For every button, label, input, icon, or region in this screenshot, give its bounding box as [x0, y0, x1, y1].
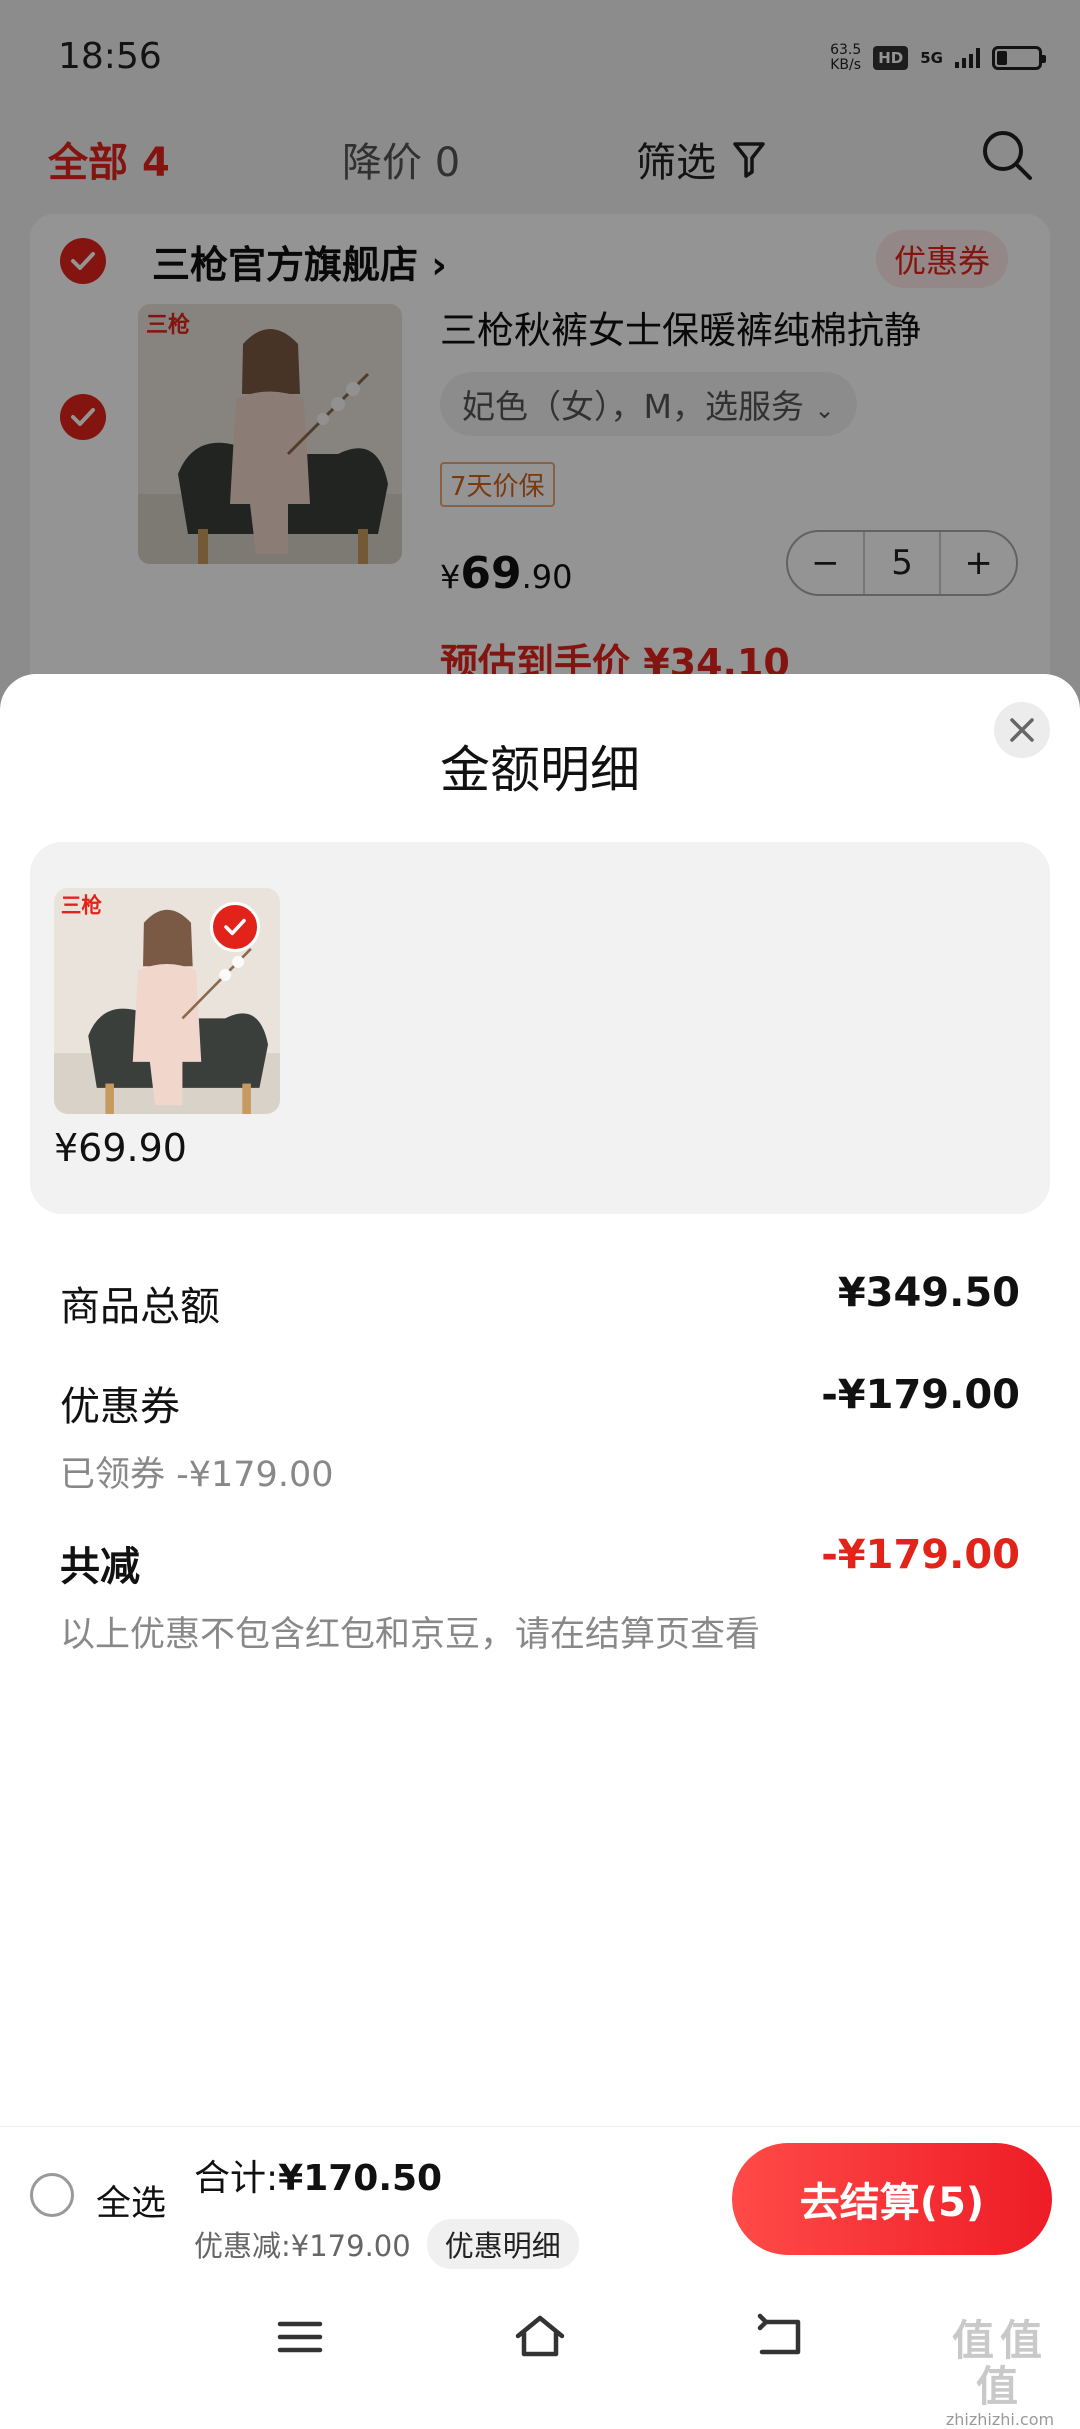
checkout-button[interactable]: 去结算(5)	[732, 2143, 1052, 2255]
watermark: 值值值 zhizhizhi.com	[930, 2318, 1070, 2429]
home-icon[interactable]	[512, 2312, 568, 2362]
discount-text: 优惠减:¥179.00	[194, 2229, 411, 2263]
coupon-value: -¥179.00	[821, 1372, 1020, 1418]
coupon-claimed: 已领券 -¥179.00	[60, 1455, 334, 1495]
select-all-checkbox[interactable]	[30, 2173, 74, 2217]
amount-detail-sheet: 金额明细 三枪 ¥69.90 商品总额 ¥349.50 优惠券 -¥179.00…	[0, 674, 1080, 2126]
system-nav-bar: 值值值 zhizhizhi.com	[0, 2274, 1080, 2429]
total-value: ¥170.50	[278, 2158, 443, 2199]
total-cut-value: -¥179.00	[821, 1532, 1020, 1578]
menu-icon[interactable]	[272, 2312, 328, 2362]
select-all-label[interactable]: 全选	[96, 2175, 166, 2226]
discount-detail-button[interactable]: 优惠明细	[426, 2219, 579, 2269]
sheet-title: 金额明细	[440, 741, 640, 799]
coupon-label: 优惠券	[60, 1384, 180, 1430]
back-icon[interactable]	[752, 2312, 808, 2362]
close-button[interactable]	[994, 702, 1050, 758]
subtotal-value: ¥349.50	[837, 1270, 1020, 1316]
item-checkbox[interactable]	[210, 902, 260, 952]
total-amount: 合计:¥170.50	[194, 2149, 442, 2201]
subtotal-label: 商品总额	[60, 1284, 220, 1330]
total-cut-label: 共减	[60, 1544, 140, 1590]
check-icon	[224, 918, 246, 936]
brand-logo: 三枪	[61, 893, 102, 917]
discount-note: 以上优惠不包含红包和京豆，请在结算页查看	[60, 1615, 761, 1655]
watermark-mark: 值值值	[951, 2316, 1048, 2411]
checkout-bar: 全选 合计:¥170.50 优惠减:¥179.00 优惠明细 去结算(5)	[0, 2126, 1080, 2275]
item-price: ¥69.90	[54, 1126, 187, 1170]
watermark-site: zhizhizhi.com	[945, 2410, 1055, 2429]
close-icon	[1010, 718, 1034, 742]
selected-items-box: 三枪 ¥69.90	[30, 842, 1050, 1214]
discount-summary: 优惠减:¥179.00 优惠明细	[194, 2219, 579, 2269]
total-label: 合计:	[194, 2158, 279, 2199]
